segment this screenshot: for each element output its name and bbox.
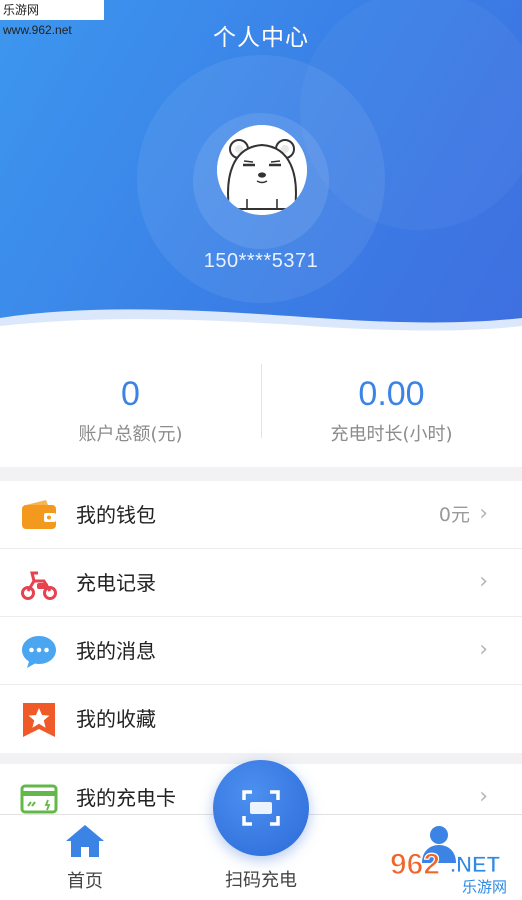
star-bookmark-icon: [23, 703, 55, 737]
chevron-right-icon: ›: [479, 637, 488, 662]
logo-962-icon: 962 .NET 乐游网: [389, 847, 507, 896]
chevron-right-icon: ›: [479, 501, 488, 526]
menu-item-label: 我的消息: [76, 639, 156, 663]
svg-text:乐游网: 乐游网: [462, 878, 507, 896]
charge-duration-value: 0.00: [358, 375, 425, 413]
charge-duration-label: 充电时长(小时): [330, 424, 453, 445]
bear-avatar-icon: [217, 125, 307, 215]
profile-header: 个人中心 150****5371: [0, 0, 522, 338]
menu-item-charge-records[interactable]: 充电记录 ›: [0, 549, 522, 617]
menu-item-label: 我的收藏: [76, 707, 156, 731]
scan-charge-button[interactable]: [213, 760, 309, 856]
menu-item-label: 充电记录: [76, 571, 156, 595]
balance-label: 账户总额(元): [78, 424, 183, 445]
page-title: 个人中心: [213, 25, 309, 51]
scan-charge-label: 扫码充电: [225, 870, 297, 891]
user-phone: 150****5371: [203, 250, 319, 272]
balance-stat[interactable]: 0 账户总额(元): [0, 374, 261, 446]
chevron-right-icon: ›: [479, 569, 488, 594]
nav-home[interactable]: 首页: [30, 823, 140, 893]
wallet-icon: [22, 500, 56, 529]
balance-value: 0: [121, 375, 140, 413]
menu-item-favorites[interactable]: 我的收藏: [0, 685, 522, 753]
avatar[interactable]: [217, 125, 307, 215]
menu-item-wallet[interactable]: 我的钱包 0元 ›: [0, 481, 522, 549]
nav-home-label: 首页: [67, 871, 103, 892]
wallet-balance: 0元: [438, 504, 470, 526]
scooter-icon: [21, 571, 57, 600]
svg-text:.NET: .NET: [450, 852, 501, 877]
menu-item-label: 我的钱包: [76, 503, 156, 527]
wave-decoration: [0, 309, 522, 338]
site-logo: 962 .NET 乐游网: [386, 844, 518, 896]
svg-text:962: 962: [390, 848, 440, 881]
scan-icon: [242, 790, 280, 826]
menu-group-main: 我的钱包 0元 › 充电记录 › 我的消息 › 我的收藏: [0, 481, 522, 753]
message-icon: [22, 636, 56, 668]
home-icon: [66, 825, 104, 857]
charge-duration-stat[interactable]: 0.00 充电时长(小时): [261, 374, 522, 446]
watermark: 乐游网 www.962.net: [0, 0, 104, 37]
menu-item-messages[interactable]: 我的消息 ›: [0, 617, 522, 685]
card-icon: [20, 784, 58, 814]
account-stats: 0 账户总额(元) 0.00 充电时长(小时): [0, 338, 522, 467]
